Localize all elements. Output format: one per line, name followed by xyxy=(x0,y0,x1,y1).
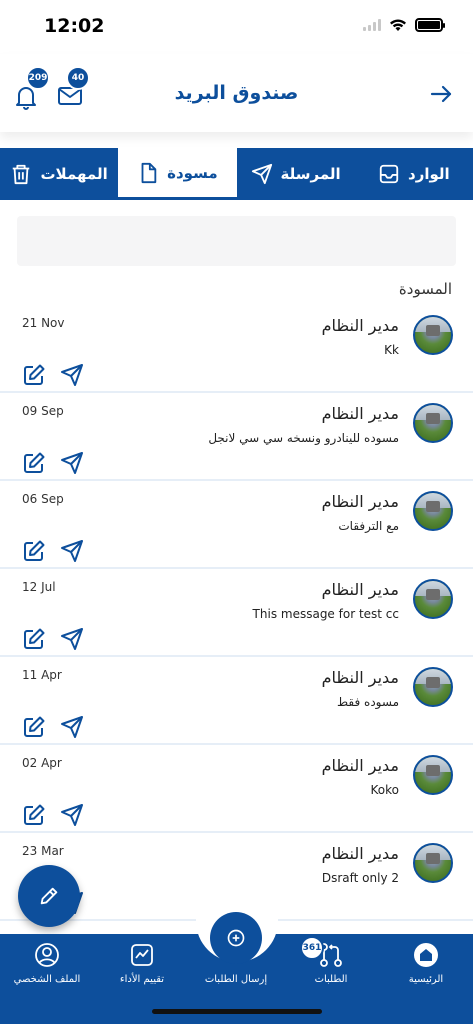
send-icon[interactable] xyxy=(60,627,84,651)
send-requests-button[interactable] xyxy=(210,912,262,964)
compose-button[interactable] xyxy=(18,865,80,927)
message-subject: This message for test cc xyxy=(252,607,399,621)
plus-circle-icon xyxy=(227,929,245,947)
message-subject: Dsraft only 2 xyxy=(321,871,399,885)
message-list: مدير النظام Kk 21 Nov مدير النظام مسوده للين… xyxy=(0,305,473,921)
message-sender: مدير النظام xyxy=(321,492,399,511)
battery-icon xyxy=(415,18,445,32)
mail-badge: 40 xyxy=(66,66,90,90)
message-date: 11 Apr xyxy=(22,668,62,682)
message-row[interactable]: مدير النظام Koko 02 Apr xyxy=(0,745,473,833)
nav-home[interactable]: الرئيسية xyxy=(381,942,471,985)
back-arrow-icon[interactable] xyxy=(429,82,453,106)
message-subject: Kk xyxy=(384,343,399,357)
message-row[interactable]: مدير النظام مع الترفقات 06 Sep xyxy=(0,481,473,569)
status-time: 12:02 xyxy=(44,15,105,37)
message-actions xyxy=(22,803,84,827)
message-actions xyxy=(22,627,84,651)
tab-trash[interactable]: المهملات xyxy=(0,148,118,200)
edit-icon[interactable] xyxy=(22,451,46,475)
document-icon xyxy=(141,162,157,183)
message-actions xyxy=(22,451,84,475)
message-actions xyxy=(22,715,84,739)
performance-icon xyxy=(131,944,153,966)
tab-inbox-label: الوارد xyxy=(408,165,450,183)
send-icon[interactable] xyxy=(60,451,84,475)
message-row[interactable]: مدير النظام This message for test cc 12 Ju… xyxy=(0,569,473,657)
message-sender: مدير النظام xyxy=(321,580,399,599)
message-actions xyxy=(22,539,84,563)
avatar xyxy=(413,667,453,707)
message-sender: مدير النظام xyxy=(321,316,399,335)
message-date: 21 Nov xyxy=(22,316,65,330)
message-sender: مدير النظام xyxy=(321,844,399,863)
tab-drafts-label: مسودة xyxy=(167,163,218,182)
nav-home-label: الرئيسية xyxy=(408,974,444,985)
nav-send-requests-label: إرسال الطلبات xyxy=(204,974,268,985)
message-row[interactable]: مدير النظام مسوده للينادرو ونسخه سي سي لا… xyxy=(0,393,473,481)
avatar xyxy=(413,491,453,531)
header: صندوق البريد 209 40 xyxy=(0,54,473,132)
mailbox-tabs: الوارد المرسلة مسودة المهملات xyxy=(0,148,473,200)
edit-icon[interactable] xyxy=(22,803,46,827)
send-icon[interactable] xyxy=(60,363,84,387)
status-icons xyxy=(363,18,445,32)
status-bar: 12:02 xyxy=(0,0,473,54)
nav-performance-label: تقييم الأداء xyxy=(119,974,165,985)
edit-icon[interactable] xyxy=(22,715,46,739)
nav-performance[interactable]: تقييم الأداء xyxy=(97,942,187,985)
message-subject: Koko xyxy=(370,783,399,797)
avatar xyxy=(413,403,453,443)
message-row[interactable]: مدير النظام مسوده فقط 11 Apr xyxy=(0,657,473,745)
requests-badge: 361 xyxy=(300,936,324,960)
message-date: 23 Mar xyxy=(22,844,64,858)
tab-sent-label: المرسلة xyxy=(280,165,341,183)
nav-send-requests[interactable]: إرسال الطلبات xyxy=(191,974,281,985)
notification-badge: 209 xyxy=(26,66,50,90)
avatar xyxy=(413,579,453,619)
nav-profile-label: الملف الشخصي xyxy=(13,974,81,985)
edit-icon[interactable] xyxy=(22,363,46,387)
message-actions xyxy=(22,363,84,387)
message-sender: مدير النظام xyxy=(321,756,399,775)
send-icon[interactable] xyxy=(60,539,84,563)
nav-requests-label: الطلبات xyxy=(314,974,348,985)
avatar xyxy=(413,315,453,355)
search-box[interactable] xyxy=(17,216,456,266)
profile-icon xyxy=(35,943,59,967)
send-icon[interactable] xyxy=(60,803,84,827)
message-sender: مدير النظام xyxy=(321,404,399,423)
tab-drafts[interactable]: مسودة xyxy=(118,148,237,200)
tab-trash-label: المهملات xyxy=(40,165,108,183)
edit-icon[interactable] xyxy=(22,627,46,651)
message-date: 09 Sep xyxy=(22,404,64,418)
tab-sent[interactable]: المرسلة xyxy=(237,148,355,200)
message-subject: مسوده للينادرو ونسخه سي سي لانجل xyxy=(208,431,399,445)
home-indicator xyxy=(152,1009,322,1014)
edit-icon[interactable] xyxy=(22,539,46,563)
nav-profile[interactable]: الملف الشخصي xyxy=(2,942,92,985)
message-subject: مع الترفقات xyxy=(338,519,399,533)
send-icon xyxy=(251,163,272,185)
home-icon xyxy=(414,943,438,967)
message-row[interactable]: مدير النظام Kk 21 Nov xyxy=(0,305,473,393)
tab-inbox[interactable]: الوارد xyxy=(355,148,473,200)
send-icon[interactable] xyxy=(60,715,84,739)
pencil-icon xyxy=(40,887,58,905)
message-date: 12 Jul xyxy=(22,580,56,594)
message-date: 02 Apr xyxy=(22,756,62,770)
avatar xyxy=(413,755,453,795)
signal-icon xyxy=(363,19,381,31)
message-subject: مسوده فقط xyxy=(337,695,399,709)
trash-icon xyxy=(13,164,30,185)
section-title: المسودة xyxy=(398,280,452,298)
wifi-icon xyxy=(390,19,406,31)
message-date: 06 Sep xyxy=(22,492,64,506)
avatar xyxy=(413,843,453,883)
inbox-icon xyxy=(379,164,399,184)
message-sender: مدير النظام xyxy=(321,668,399,687)
